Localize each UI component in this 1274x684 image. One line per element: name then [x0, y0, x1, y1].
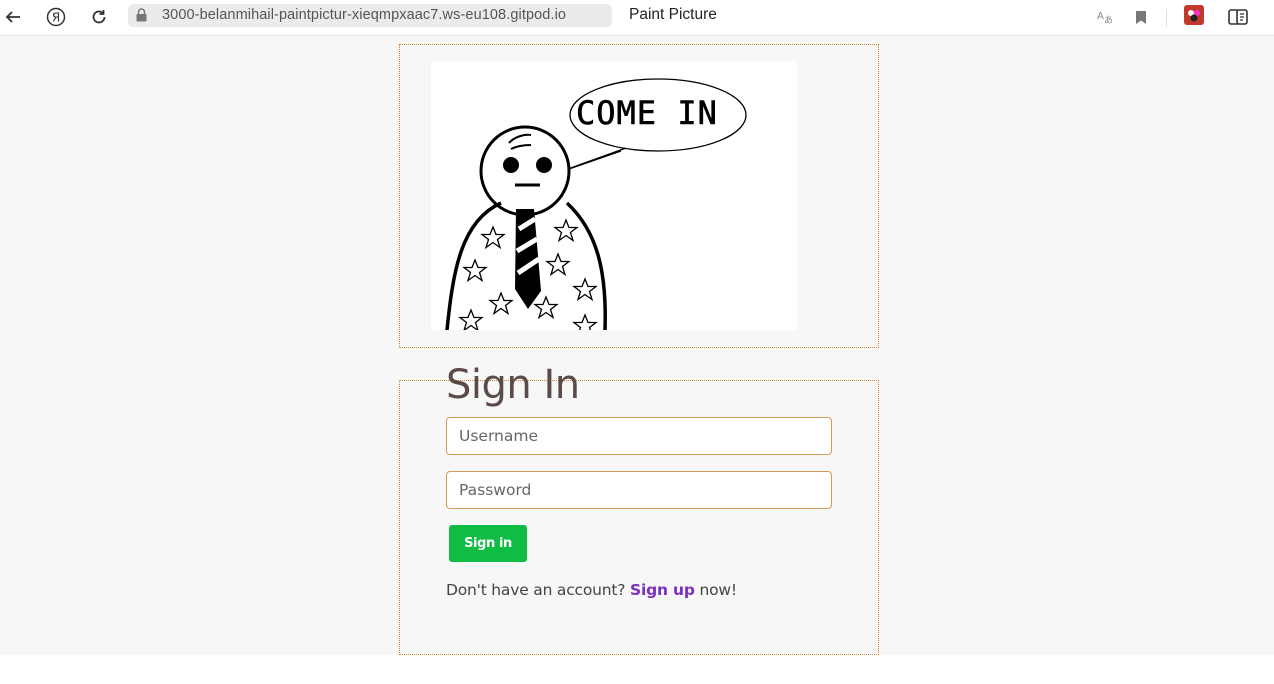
- no-account-text: Don't have an account?: [446, 581, 626, 599]
- signin-button[interactable]: Sign in: [449, 525, 527, 562]
- svg-text:あ: あ: [1104, 15, 1113, 25]
- svg-text:A: A: [1097, 11, 1104, 22]
- signup-link[interactable]: Sign up: [630, 581, 695, 599]
- tab-title: Paint Picture: [629, 6, 717, 23]
- username-input[interactable]: [446, 417, 832, 455]
- reader-icon[interactable]: [1226, 5, 1250, 29]
- reload-icon[interactable]: [87, 5, 111, 29]
- browser-toolbar: Я 3000-belanmihail-paintpictur-xieqmpxaa…: [0, 0, 1274, 36]
- svg-text:Я: Я: [52, 11, 60, 25]
- painted-picture: COME IN: [431, 61, 797, 330]
- bookmark-icon[interactable]: [1129, 5, 1153, 29]
- extension-icon[interactable]: [1184, 5, 1204, 25]
- page-body: COME IN: [0, 36, 1274, 655]
- back-arrow-icon[interactable]: [1, 5, 25, 29]
- signup-prompt: Don't have an account? Sign up now!: [446, 581, 737, 599]
- password-input[interactable]: [446, 471, 832, 509]
- yandex-icon[interactable]: Я: [44, 5, 68, 29]
- url-text[interactable]: 3000-belanmihail-paintpictur-xieqmpxaac7…: [162, 7, 566, 23]
- now-text: now!: [699, 581, 738, 599]
- speech-bubble-text: COME IN: [576, 94, 718, 132]
- signin-title: Sign In: [446, 362, 580, 408]
- lock-icon[interactable]: [136, 8, 147, 22]
- toolbar-divider: [1166, 9, 1167, 27]
- translate-icon[interactable]: Aあ: [1093, 5, 1117, 29]
